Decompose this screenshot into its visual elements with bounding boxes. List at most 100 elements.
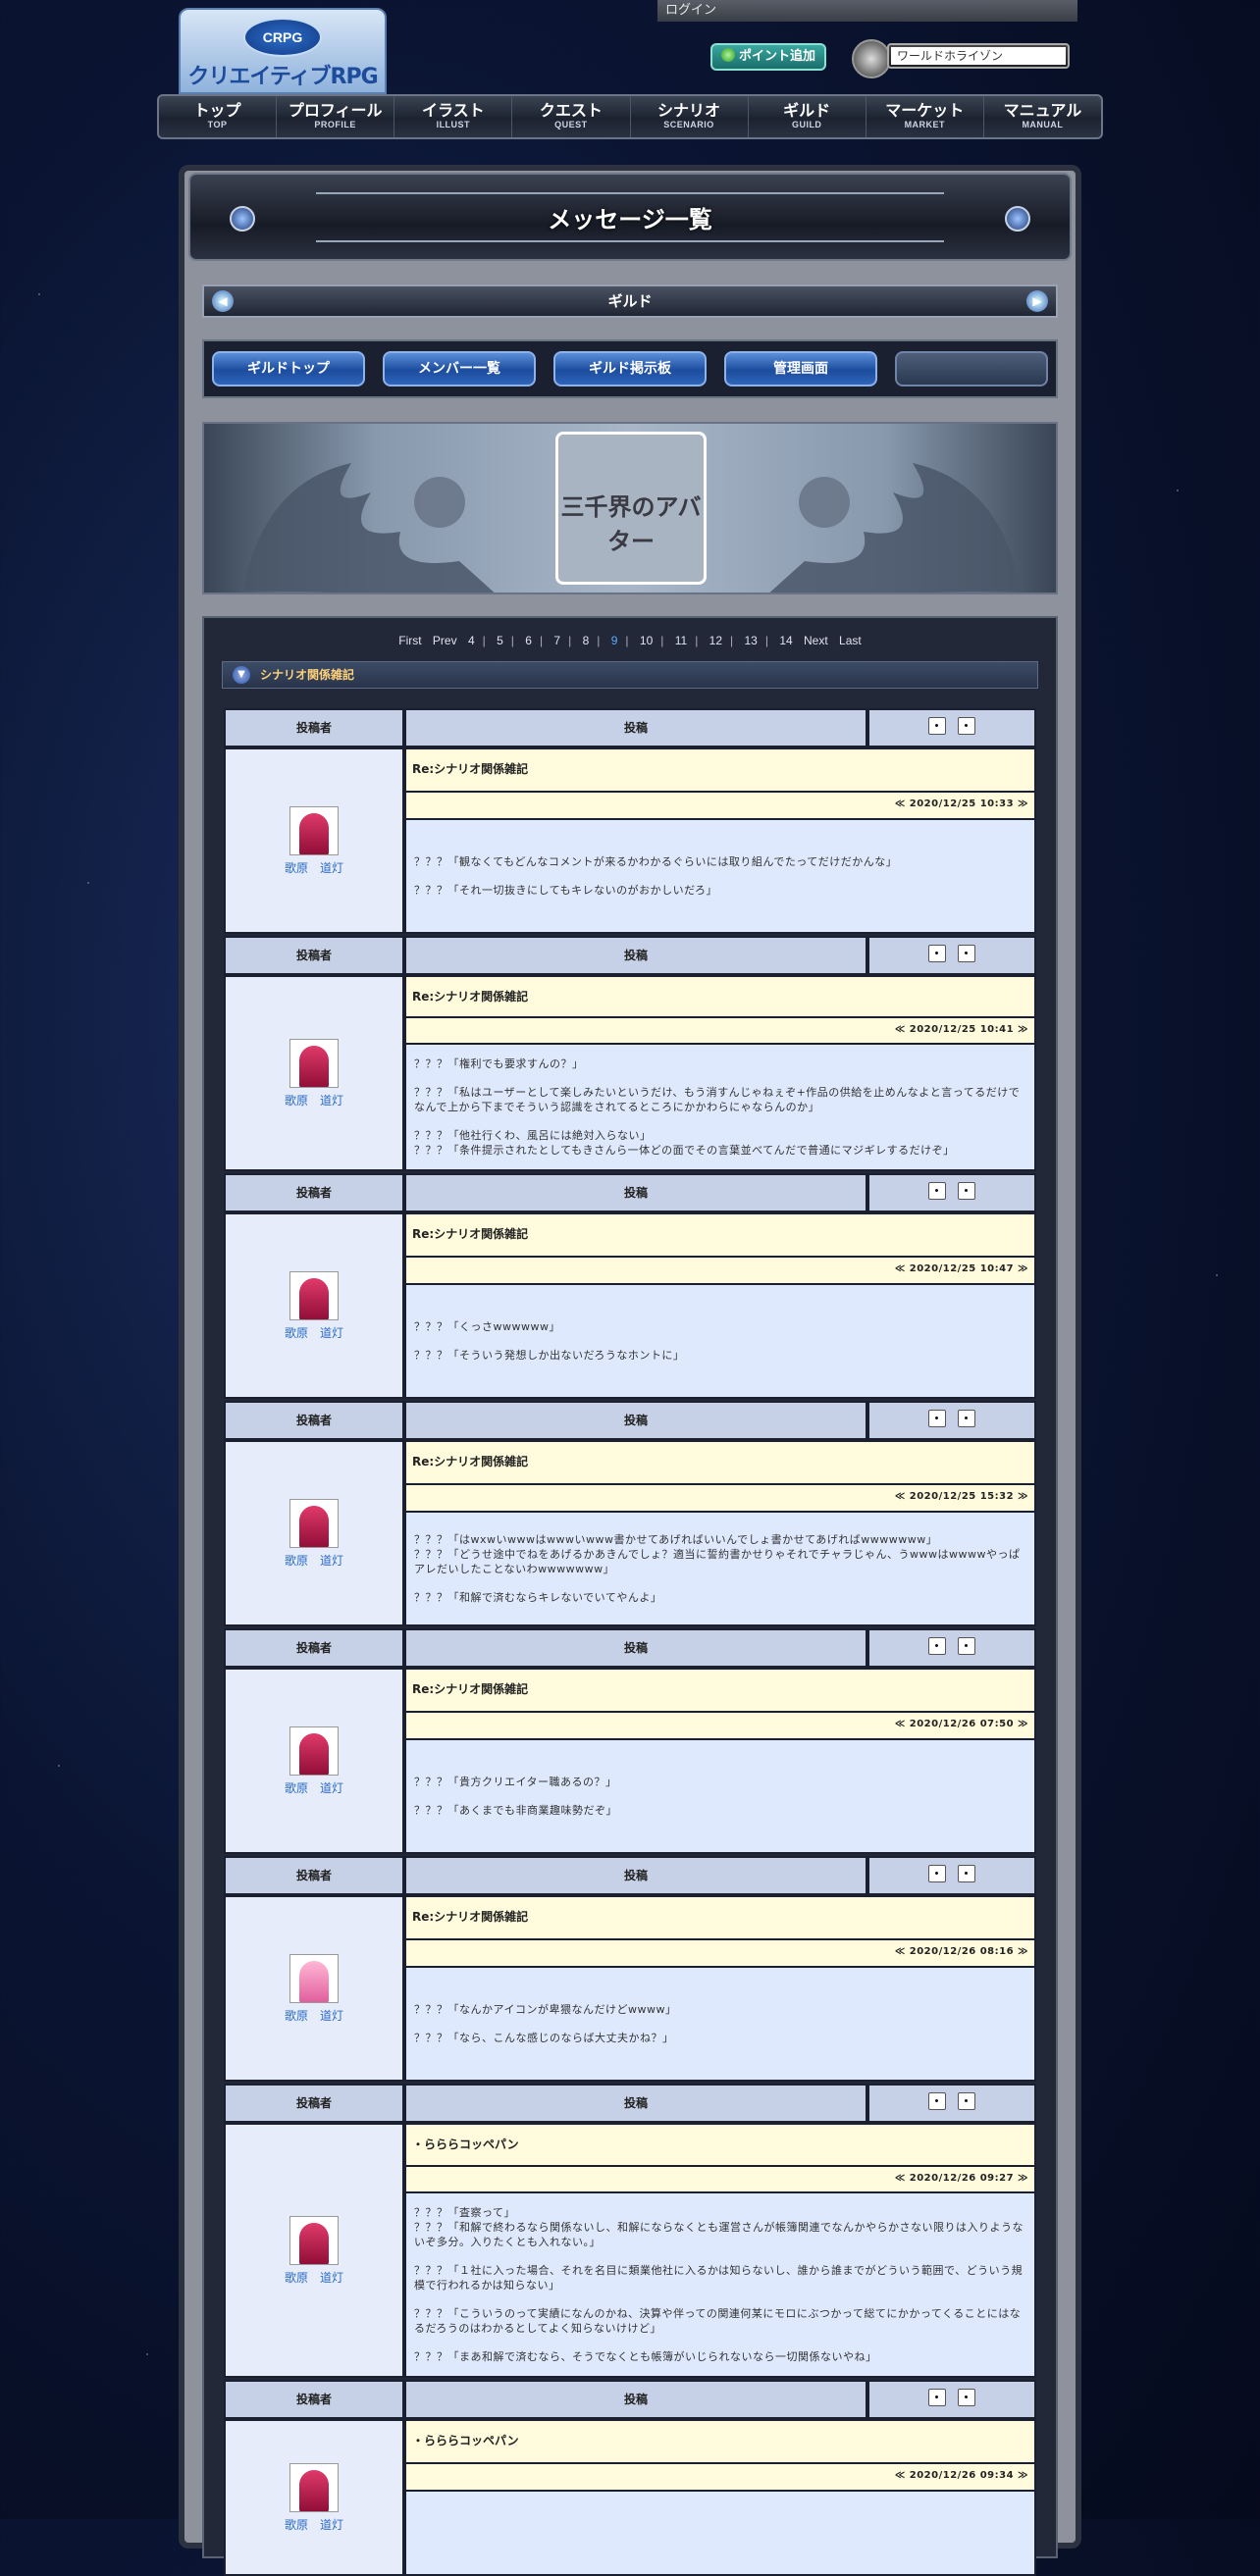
nav-illust[interactable]: イラスト ILLUST	[394, 96, 513, 137]
page-first[interactable]: First	[398, 634, 421, 647]
guild-tabs: ギルドトップ メンバー一覧 ギルド掲示板 管理画面	[202, 339, 1058, 398]
topic-bar: ▼ シナリオ関係雑記	[222, 661, 1038, 689]
nav-profile[interactable]: プロフィール PROFILE	[277, 96, 395, 137]
message-board: First Prev 4 | 5 | 6 | 7 | 8 | 9 | 10 | 11 | 12 |…	[202, 616, 1058, 2576]
nav-guild-sub: GUILD	[791, 120, 822, 129]
post-column-header: 投稿	[404, 936, 867, 975]
nav-quest[interactable]: クエスト QUEST	[512, 96, 631, 137]
post: 投稿者 投稿 歌原 道灯 Re:シナリオ関係雑記 ≪ 2020/12/26 08:16 …	[224, 1856, 1036, 2082]
avatar[interactable]	[289, 1953, 339, 2003]
page-link[interactable]: 14	[779, 634, 792, 647]
post-line: ？？？「査察って」 ？？？「和解で終わるなら関係ないし、和解にならなくとも運営さ…	[414, 2206, 1024, 2248]
dice-icon	[958, 1182, 975, 1200]
nav-top[interactable]: トップ TOP	[159, 96, 278, 137]
avatar[interactable]	[289, 2215, 339, 2265]
avatar[interactable]	[289, 2462, 339, 2512]
post-message: ？？？「貴方クリエイター職あるの？」 ？？？「あくまでも非商業趣味勢だぞ」	[406, 1740, 1034, 1852]
avatar[interactable]	[289, 1726, 339, 1776]
post-line: ？？？「まあ和解で済むなら、そうでなくとも帳簿がいじられないなら一切関係ないやね…	[414, 2350, 877, 2363]
post-column-header: 投稿	[404, 1628, 867, 1668]
author-name[interactable]: 歌原 道灯	[285, 1324, 343, 1341]
dice-icon	[958, 2389, 975, 2406]
avatar[interactable]	[289, 805, 339, 855]
post-timestamp: ≪ 2020/12/25 10:47 ≫	[406, 1258, 1034, 1285]
nav-manual-sub: MANUAL	[1022, 120, 1064, 129]
post-message: ？？？「はwxwいwwwはwwwいwww書かせてあげればいいんでしょ書かせてあげ…	[406, 1513, 1034, 1624]
avatar[interactable]	[289, 1038, 339, 1088]
page-link[interactable]: 5	[497, 634, 503, 647]
post-timestamp: ≪ 2020/12/25 10:33 ≫	[406, 793, 1034, 820]
post-content: Re:シナリオ関係雑記 ≪ 2020/12/25 15:32 ≫ ？？？「はwxwい…	[404, 1440, 1036, 1626]
avatar[interactable]	[289, 1270, 339, 1320]
page-last[interactable]: Last	[839, 634, 862, 647]
page-link[interactable]: 7	[553, 634, 560, 647]
dice-icon	[928, 1865, 946, 1882]
page-link[interactable]: 12	[709, 634, 722, 647]
author-name[interactable]: 歌原 道灯	[285, 2516, 343, 2533]
author-column-header: 投稿者	[224, 1856, 404, 1895]
post-column-header: 投稿	[404, 1401, 867, 1440]
post-timestamp: ≪ 2020/12/26 08:16 ≫	[406, 1940, 1034, 1968]
post-line: ？？？「それ一切抜きにしてもキレないのがおかしいだろ」	[414, 884, 717, 897]
post-subject: Re:シナリオ関係雑記	[406, 1214, 1034, 1258]
page-prev[interactable]: Prev	[433, 634, 457, 647]
author-name[interactable]: 歌原 道灯	[285, 1779, 343, 1796]
post-subject: Re:シナリオ関係雑記	[406, 1442, 1034, 1485]
world-select-value: ワールドホライゾン	[891, 47, 1066, 65]
post-message: ？？？「査察って」 ？？？「和解で終わるなら関係ないし、和解にならなくとも運営さ…	[406, 2193, 1034, 2376]
page-link[interactable]: 8	[583, 634, 590, 647]
post: 投稿者 投稿 歌原 道灯 ・らららコッペパン ≪ 2020/12/26 09:34 ≫	[224, 2380, 1036, 2576]
page-link[interactable]: 13	[744, 634, 757, 647]
page-link[interactable]: 10	[640, 634, 653, 647]
tab-member-list[interactable]: メンバー一覧	[383, 351, 536, 386]
tab-empty[interactable]	[895, 351, 1048, 386]
post-subject: Re:シナリオ関係雑記	[406, 1897, 1034, 1940]
add-points-button[interactable]: ポイント追加	[710, 43, 826, 71]
author-column-header: 投稿者	[224, 1628, 404, 1668]
tab-guild-board[interactable]: ギルド掲示板	[553, 351, 707, 386]
nav-scenario[interactable]: シナリオ SCENARIO	[631, 96, 749, 137]
page-link[interactable]: 4	[468, 634, 475, 647]
section-title: ギルド	[607, 292, 653, 310]
author-name[interactable]: 歌原 道灯	[285, 859, 343, 876]
author-name[interactable]: 歌原 道灯	[285, 1092, 343, 1108]
post-message	[406, 2492, 1034, 2574]
page-next[interactable]: Next	[804, 634, 828, 647]
site-logo[interactable]: CRPG クリエイティブRPG	[179, 8, 387, 94]
tab-admin[interactable]: 管理画面	[724, 351, 877, 386]
coin-icon	[720, 48, 735, 62]
avatar[interactable]	[289, 1498, 339, 1548]
author-column-header: 投稿者	[224, 2380, 404, 2419]
post-line: ？？？「なんかアイコンが卑猥なんだけどwwww」	[414, 2003, 677, 2016]
nav-top-label: トップ	[193, 101, 241, 120]
nav-profile-label: プロフィール	[288, 101, 383, 120]
author-cell: 歌原 道灯	[224, 1440, 404, 1626]
next-arrow-icon[interactable]: ▶	[1026, 290, 1048, 312]
post-column-header: 投稿	[404, 708, 867, 747]
nav-manual-label: マニュアル	[1003, 101, 1082, 120]
post-content: Re:シナリオ関係雑記 ≪ 2020/12/25 10:41 ≫ ？？？「権利でも要…	[404, 975, 1036, 1171]
author-name[interactable]: 歌原 道灯	[285, 2007, 343, 2024]
nav-guild[interactable]: ギルド GUILD	[749, 96, 866, 137]
author-name[interactable]: 歌原 道灯	[285, 2269, 343, 2286]
post-line: ？？？「くっさwwwwww」	[414, 1320, 560, 1333]
post-subject: ・らららコッペパン	[406, 2421, 1034, 2464]
login-link[interactable]: ログイン	[657, 0, 1077, 22]
dice-column-header	[867, 1856, 1036, 1895]
tab-guild-top[interactable]: ギルドトップ	[212, 351, 365, 386]
nav-manual[interactable]: マニュアル MANUAL	[984, 96, 1101, 137]
post-line: ？？？「はwxwいwwwはwwwいwww書かせてあげればいいんでしょ書かせてあげ…	[414, 1533, 1021, 1575]
page-link[interactable]: 11	[675, 634, 687, 647]
nav-market[interactable]: マーケット MARKET	[866, 96, 984, 137]
author-name[interactable]: 歌原 道灯	[285, 1552, 343, 1569]
prev-arrow-icon[interactable]: ◀	[212, 290, 234, 312]
author-column-header: 投稿者	[224, 936, 404, 975]
author-cell: 歌原 道灯	[224, 1212, 404, 1399]
post-timestamp: ≪ 2020/12/26 09:34 ≫	[406, 2464, 1034, 2492]
post-message: ？？？「くっさwwwwww」 ？？？「そういう発想しか出ないだろうなホントに」	[406, 1285, 1034, 1397]
guild-emblem[interactable]: 三千界のアバター	[555, 432, 707, 585]
add-points-label: ポイント追加	[738, 49, 815, 64]
world-select[interactable]: ワールドホライゾン	[887, 43, 1070, 69]
author-cell: 歌原 道灯	[224, 2419, 404, 2576]
page-link[interactable]: 6	[525, 634, 532, 647]
